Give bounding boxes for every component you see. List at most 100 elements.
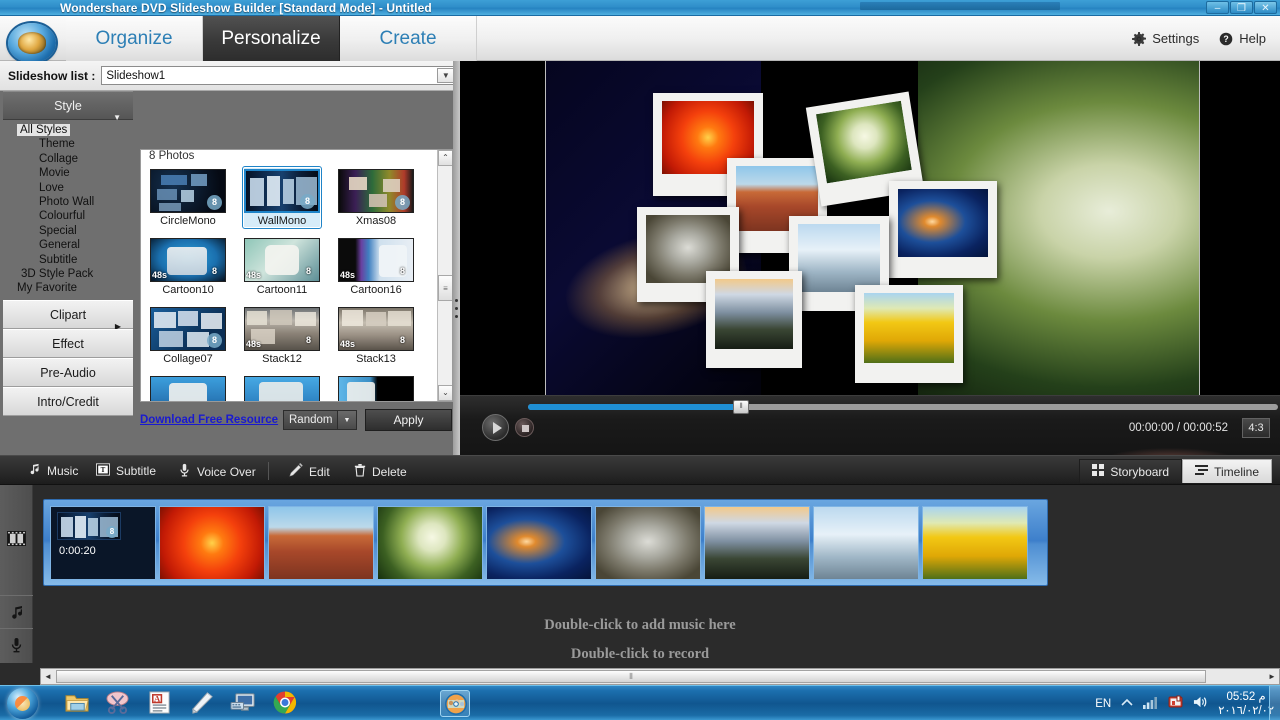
scroll-left-button[interactable]: ◄ <box>41 669 55 684</box>
action-center-icon[interactable] <box>1168 695 1183 712</box>
language-indicator[interactable]: EN <box>1095 698 1111 710</box>
style-item-cartoon16[interactable]: 48s 8 Cartoon16 <box>336 235 416 298</box>
settings-button[interactable]: Settings <box>1132 31 1199 46</box>
preview-canvas[interactable] <box>460 61 1280 395</box>
stop-button[interactable] <box>515 418 534 437</box>
storyboard-style-cell[interactable]: 8 0:00:20 <box>50 506 156 580</box>
record-track-hint[interactable]: Double-click to record <box>0 646 1280 663</box>
style-item-double-slide-23[interactable]: 48s 8 Double slide 23 <box>242 373 322 401</box>
apply-button[interactable]: Apply <box>365 409 452 431</box>
show-desktop-button[interactable] <box>1269 686 1280 720</box>
style-tree-item-my-favorite[interactable]: My Favorite <box>3 281 133 295</box>
show-hidden-icons-icon[interactable] <box>1121 697 1133 711</box>
style-item-wallmono[interactable]: 8 WallMono <box>242 166 322 229</box>
seek-handle[interactable]: ⦀ <box>733 400 749 414</box>
sidebar-section-clipart[interactable]: Clipart ▶ <box>3 299 133 331</box>
tab-create[interactable]: Create <box>340 16 477 61</box>
storyboard-cell-koala[interactable] <box>595 506 701 580</box>
taskbar-item-folder-explorer[interactable] <box>64 690 94 717</box>
sidebar-section-intro-credit[interactable]: Intro/Credit <box>3 386 133 416</box>
chevron-down-icon[interactable]: ▼ <box>337 411 356 429</box>
music-track-hint[interactable]: Double-click to add music here <box>0 617 1280 634</box>
help-button[interactable]: ? Help <box>1219 31 1266 46</box>
minimize-button[interactable]: – <box>1206 1 1229 14</box>
scrollbar-thumb[interactable]: ≡ <box>438 275 452 301</box>
scroll-right-button[interactable]: ► <box>1265 669 1279 684</box>
style-tree-item-collage[interactable]: Collage <box>3 152 133 166</box>
storyboard-cell-flower[interactable] <box>159 506 265 580</box>
style-tree-item-special[interactable]: Special <box>3 224 133 238</box>
style-tree-item-subtitle[interactable]: Subtitle <box>3 253 133 267</box>
panel-splitter[interactable] <box>453 61 460 455</box>
random-select[interactable]: Random ▼ <box>283 410 357 430</box>
seek-slider[interactable]: ⦀ <box>528 400 1278 414</box>
style-tree-item-all-styles[interactable]: All Styles <box>3 123 133 137</box>
taskbar-item-notepad[interactable] <box>188 690 218 717</box>
style-section-header[interactable]: Style ▼ <box>3 91 133 122</box>
scroll-down-button[interactable]: ⌄ <box>438 385 452 401</box>
tab-storyboard[interactable]: Storyboard <box>1079 459 1183 483</box>
slideshow-select[interactable]: Slideshow1 ▼ <box>101 66 457 85</box>
storyboard-cell-penguins[interactable] <box>813 506 919 580</box>
style-tree-item-photo-wall[interactable]: Photo Wall <box>3 195 133 209</box>
style-tree-item-movie[interactable]: Movie <box>3 166 133 180</box>
style-item-stack13[interactable]: 48s 8 Stack13 <box>336 304 416 367</box>
storyboard-horizontal-scrollbar[interactable]: ◄ ⦀ ► <box>40 668 1280 685</box>
slideshow-list-label: Slideshow list : <box>8 68 96 83</box>
style-tree-item-love[interactable]: Love <box>3 181 133 195</box>
play-button[interactable] <box>482 414 509 441</box>
style-item-circlemono[interactable]: 8 CircleMono <box>148 166 228 229</box>
scrollbar-thumb[interactable]: ⦀ <box>56 670 1206 683</box>
volume-icon[interactable] <box>1193 695 1208 712</box>
aspect-ratio-button[interactable]: 4:3 <box>1242 418 1270 438</box>
style-tree-item-theme[interactable]: Theme <box>3 137 133 151</box>
tab-timeline[interactable]: Timeline <box>1182 459 1272 483</box>
taskbar-item-remote-desktop[interactable] <box>230 690 260 717</box>
style-item-double-slide-19[interactable]: 48s 8 Double slide 19 <box>148 373 228 401</box>
style-item-erase06[interactable]: 48s 8 Erase06 <box>336 373 416 401</box>
sidebar-section-pre-audio[interactable]: Pre-Audio <box>3 357 133 387</box>
style-item-stack12[interactable]: 48s 8 Stack12 <box>242 304 322 367</box>
style-item-cartoon11[interactable]: 48s 8 Cartoon11 <box>242 235 322 298</box>
style-tree-item-general[interactable]: General <box>3 238 133 252</box>
edit-button[interactable]: Edit <box>289 463 330 480</box>
download-free-resource-link[interactable]: Download Free Resource <box>140 414 278 426</box>
subtitle-button[interactable]: T Subtitle <box>96 463 156 479</box>
taskbar-clock[interactable]: 05:52 م ٢٠١٦/٠٢/٠٢ <box>1218 690 1274 718</box>
network-icon[interactable] <box>1143 696 1158 712</box>
style-item-collage07[interactable]: 8 Collage07 <box>148 304 228 367</box>
scroll-up-button[interactable]: ⌃ <box>438 150 452 166</box>
style-item-cartoon10[interactable]: 48s 8 Cartoon10 <box>148 235 228 298</box>
storyboard-cell-tulips[interactable] <box>922 506 1028 580</box>
style-grid-scrollbar[interactable]: ⌃ ≡ ⌄ <box>437 150 452 401</box>
taskbar-item-chrome[interactable] <box>272 690 302 717</box>
storyboard-cell-canyon[interactable] <box>268 506 374 580</box>
video-track[interactable]: 8 0:00:20 <box>43 499 1048 586</box>
style-thumbnail: 48s 8 <box>338 376 414 401</box>
taskbar-item-wordpad[interactable]: A <box>146 690 176 717</box>
tab-personalize[interactable]: Personalize <box>203 16 340 61</box>
taskbar-item-dvd-slideshow-builder[interactable] <box>440 690 470 717</box>
music-label: Music <box>47 464 79 478</box>
sidebar-section-effect[interactable]: Effect <box>3 328 133 358</box>
storyboard-cell-hydrangea[interactable] <box>377 506 483 580</box>
chevron-down-icon[interactable]: ▼ <box>437 68 455 83</box>
storyboard-cell-castle[interactable] <box>704 506 810 580</box>
music-button[interactable]: Music <box>28 463 78 479</box>
style-duration-label: 48s <box>152 270 168 280</box>
tab-organize[interactable]: Organize <box>66 16 203 61</box>
preview-guide-left <box>545 61 546 395</box>
storyboard-cell-jellyfish[interactable] <box>486 506 592 580</box>
voice-over-button[interactable]: Voice Over <box>178 463 256 480</box>
edit-label: Edit <box>309 464 330 479</box>
style-tree-item-colourful[interactable]: Colourful <box>3 209 133 223</box>
style-tree-item-3d-style-pack[interactable]: 3D Style Pack <box>3 267 133 281</box>
style-item-xmas08[interactable]: 8 Xmas08 <box>336 166 416 229</box>
seek-progress <box>528 404 740 410</box>
close-button[interactable]: ✕ <box>1254 1 1277 14</box>
taskbar-item-snipping-tool[interactable] <box>104 690 134 717</box>
maximize-button[interactable]: ❐ <box>1230 1 1253 14</box>
delete-button[interactable]: Delete <box>354 463 407 480</box>
filmstrip-icon[interactable] <box>7 531 26 549</box>
windows-start-icon[interactable] <box>7 688 38 719</box>
